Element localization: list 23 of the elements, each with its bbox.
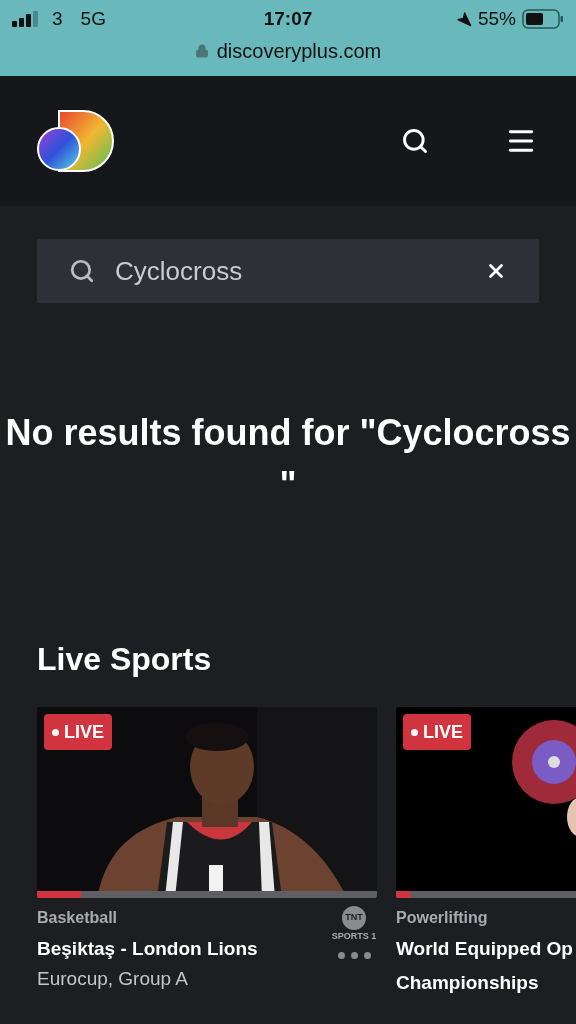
card-title[interactable]: World Equipped Op Championships [396,932,576,1000]
card-category: Powerlifting [396,908,489,928]
more-button[interactable] [337,951,371,959]
carrier-name: 3 [52,6,63,31]
search-icon [69,258,95,284]
battery-icon [522,9,564,29]
no-results-message: No results found for "Cyclocross " [4,411,572,507]
channel-name: SPORTS 1 [331,930,377,943]
lock-icon [194,44,209,58]
location-icon [455,11,472,27]
battery-percentage: 55% [477,6,516,31]
card-category: Basketball [37,908,119,928]
channel-logo: TNT [342,906,366,930]
card-title[interactable]: Beşiktaş - London Lions [37,932,331,966]
search-field[interactable]: Cyclocross [37,239,539,303]
card-subtitle: Eurocup, Group A [37,967,190,991]
network-type: 5G [80,6,106,31]
live-badge: LIVE [44,714,112,750]
live-badge: LIVE [403,714,471,750]
url-text[interactable]: discoveryplus.com [216,36,382,66]
clock: 17:07 [263,6,313,31]
section-heading: Live Sports [37,640,213,679]
logo[interactable] [37,109,115,173]
